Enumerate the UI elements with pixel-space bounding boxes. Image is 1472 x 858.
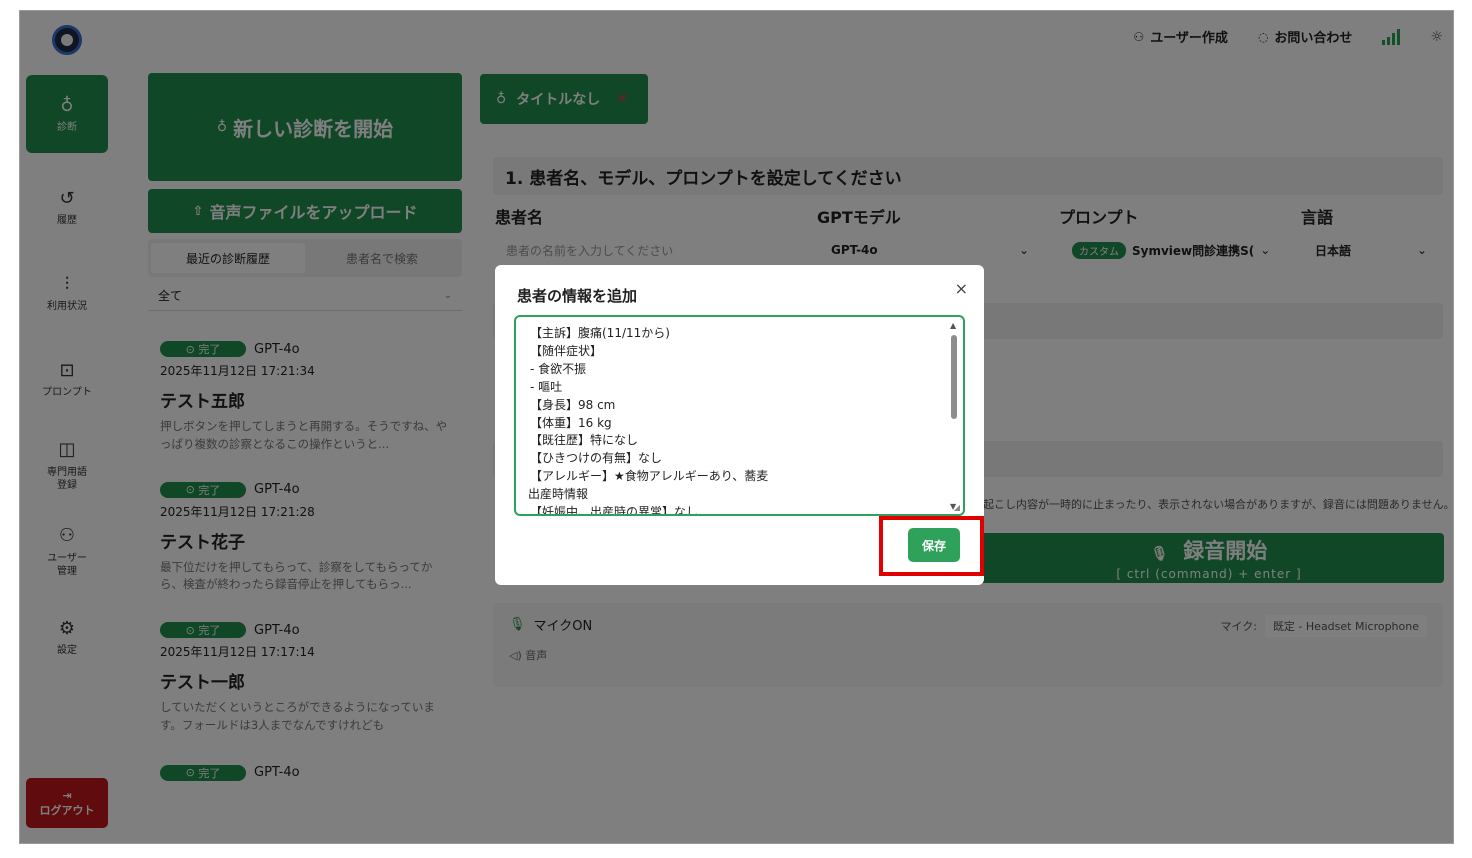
text-line: 【随伴症状】	[530, 343, 603, 358]
text-line: 【ひきつけの有無】なし	[530, 451, 663, 466]
text-line: 【体重】16 kg	[530, 415, 612, 430]
dialog-title: 患者の情報を追加	[517, 287, 638, 305]
close-icon[interactable]: ×	[955, 279, 968, 298]
text-line: 【主訴】腹痛(11/11から)	[530, 326, 670, 340]
scrollbar-thumb[interactable]	[951, 335, 957, 419]
text-line: 【既往歴】特になし	[530, 433, 639, 448]
text-line: 【アレルギー】★食物アレルギーあり、蕎麦	[530, 469, 769, 484]
textarea-scrollbar[interactable]: ▲ ▼	[949, 321, 959, 511]
text-line: 出産時情報	[528, 487, 589, 502]
patient-info-textarea[interactable]: 【主訴】腹痛(11/11から) 【随伴症状】 - 食欲不振 - 嘔吐 【身長】9…	[514, 315, 965, 516]
text-line: 【妊娠中、出産時の異常】なし	[530, 505, 699, 516]
save-highlight-box	[879, 516, 984, 576]
app-window: ⚇ ユーザー作成 ◌ お問い合わせ ☼ ♁ 診断 ↺ 履歴 ⫶ 利用状況	[19, 10, 1454, 844]
text-line: - 食欲不振	[530, 361, 587, 376]
text-line: - 嘔吐	[530, 379, 563, 394]
scroll-up-icon[interactable]: ▲	[950, 321, 956, 330]
text-line: 【身長】98 cm	[530, 397, 616, 412]
resize-grip-icon[interactable]: ◢	[954, 503, 960, 512]
